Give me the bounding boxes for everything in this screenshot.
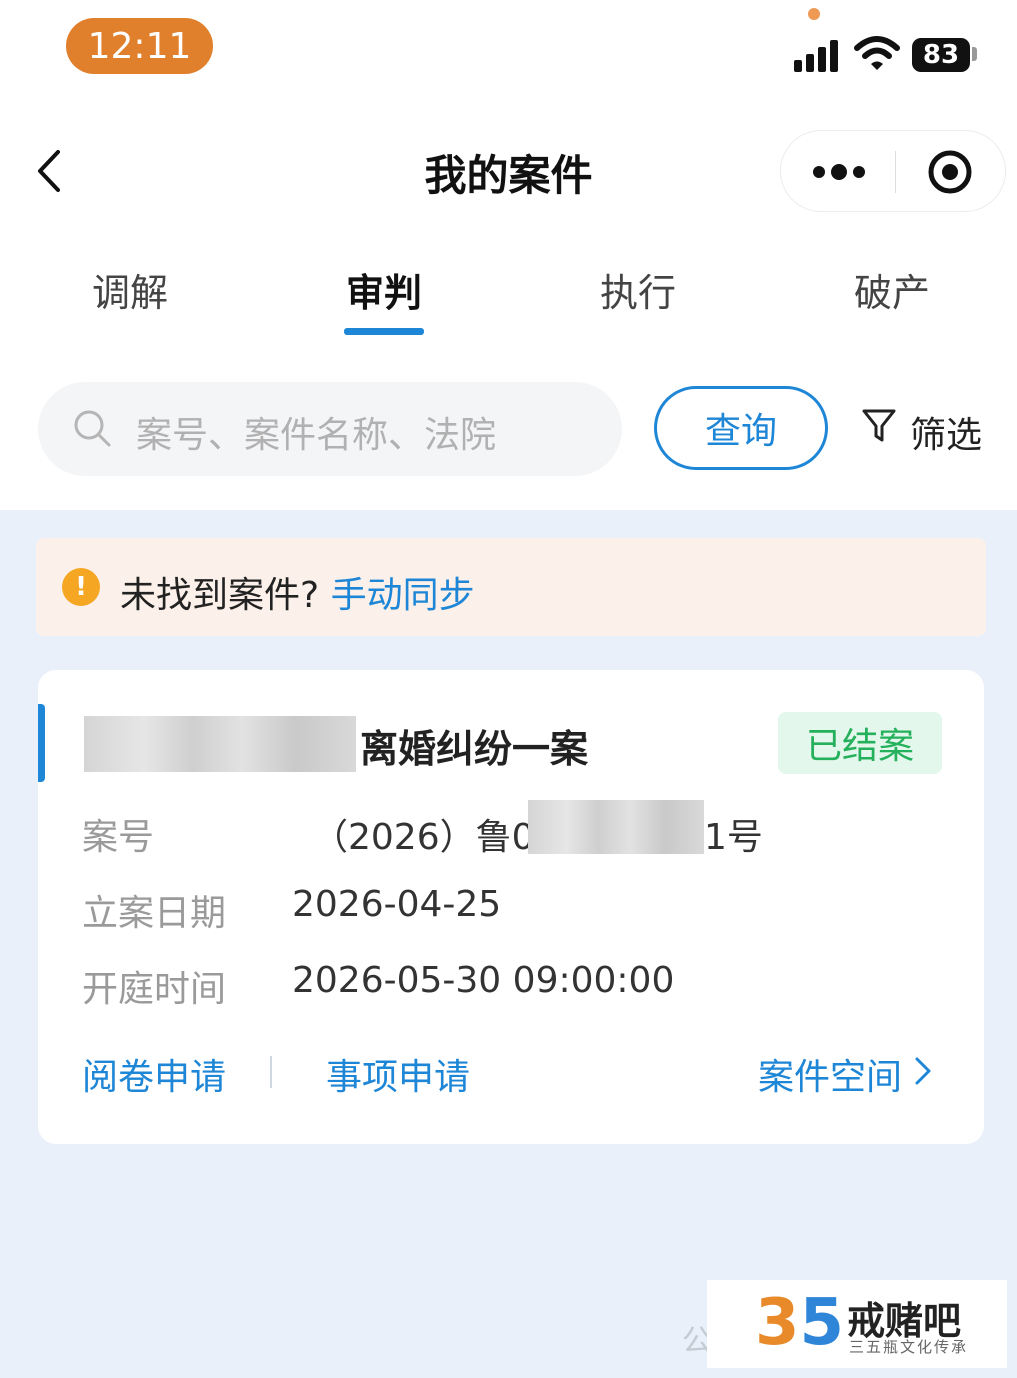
- tab-execution[interactable]: 执行: [538, 262, 738, 317]
- hearing-time-label: 开庭时间: [82, 969, 227, 1010]
- card-accent-bar: [38, 704, 45, 782]
- more-dots-icon[interactable]: [811, 157, 867, 187]
- notice-message: 未找到案件?: [120, 575, 320, 616]
- status-badge: 已结案: [778, 712, 942, 774]
- case-number-suffix: 1号: [704, 817, 763, 858]
- filing-date-value: 2026-04-25: [292, 884, 502, 925]
- tab-trial[interactable]: 审判: [284, 262, 484, 317]
- battery-nub: [972, 47, 977, 61]
- search-placeholder: 案号、案件名称、法院: [136, 415, 497, 456]
- battery-indicator: 83: [912, 38, 970, 72]
- status-time: 12:11: [66, 18, 213, 74]
- filing-date-label: 立案日期: [82, 893, 227, 934]
- logo-number: 35: [755, 1286, 845, 1360]
- sync-notice: ! 未找到案件? 手动同步: [36, 538, 986, 636]
- hearing-time-value: 2026-05-30 09:00:00: [292, 960, 675, 1001]
- case-number-prefix: （2026）鲁07: [312, 817, 558, 858]
- action-divider: [270, 1056, 272, 1088]
- privacy-indicator-dot: [808, 8, 820, 20]
- case-card[interactable]: 离婚纠纷一案 已结案 案号 （2026）鲁07 1号 立案日期 2026-04-…: [38, 670, 984, 1144]
- tab-mediation[interactable]: 调解: [30, 262, 230, 317]
- review-files-button[interactable]: 阅卷申请: [82, 1048, 226, 1100]
- search-input[interactable]: 案号、案件名称、法院: [38, 382, 622, 476]
- active-tab-indicator: [344, 328, 424, 335]
- wifi-icon: [854, 36, 900, 70]
- redacted-case-number: [528, 800, 704, 854]
- warning-icon: !: [62, 568, 100, 606]
- case-space-button[interactable]: 案件空间: [758, 1048, 902, 1100]
- logo-subtitle: 三五瓶文化传承: [849, 1338, 969, 1356]
- notice-text: 未找到案件? 手动同步: [120, 566, 475, 618]
- manual-sync-link[interactable]: 手动同步: [331, 575, 475, 616]
- miniprogram-capsule: [780, 130, 1006, 212]
- matter-apply-button[interactable]: 事项申请: [326, 1048, 470, 1100]
- capsule-divider: [895, 151, 896, 193]
- query-button[interactable]: 查询: [654, 386, 828, 470]
- case-title: 离婚纠纷一案: [360, 727, 589, 771]
- tab-bankruptcy[interactable]: 破产: [792, 262, 992, 317]
- chevron-right-icon[interactable]: [914, 1056, 932, 1086]
- case-number-label: 案号: [82, 817, 155, 858]
- watermark-logo: 35 戒赌吧 三五瓶文化传承: [707, 1280, 1007, 1368]
- close-target-icon[interactable]: [927, 149, 973, 195]
- redacted-party-names: [84, 716, 356, 772]
- filter-label: 筛选: [910, 415, 983, 456]
- filter-funnel-icon: [862, 409, 896, 442]
- filter-button[interactable]: 筛选: [862, 404, 986, 456]
- search-icon: [74, 410, 111, 447]
- cellular-signal-icon: [794, 40, 842, 72]
